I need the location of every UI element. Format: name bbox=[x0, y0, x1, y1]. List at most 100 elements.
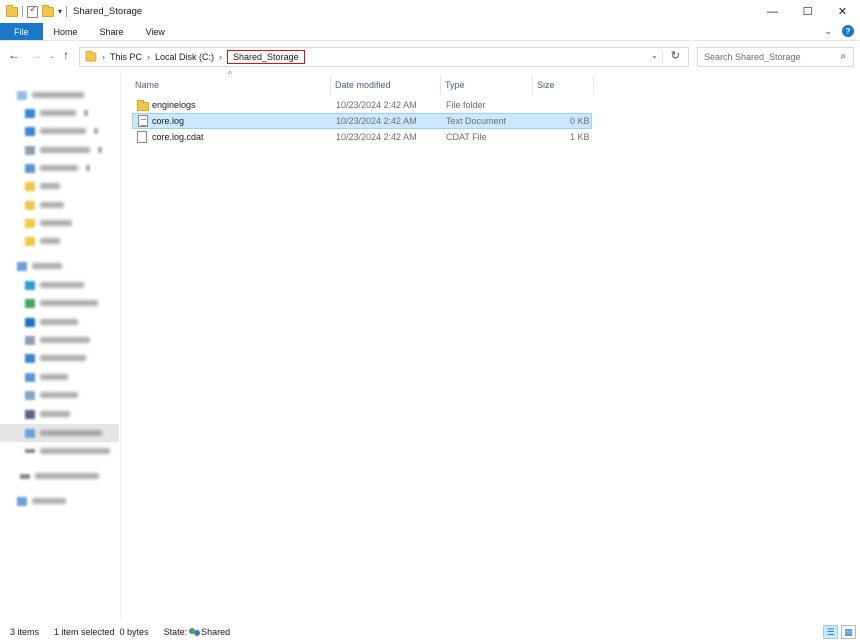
status-bar: 3 items 1 item selected 0 bytes State: S… bbox=[0, 622, 860, 642]
folder-icon bbox=[25, 200, 35, 210]
nav-item[interactable] bbox=[25, 296, 98, 310]
window-title: Shared_Storage bbox=[73, 6, 143, 17]
chevron-right-icon[interactable]: › bbox=[102, 52, 105, 62]
back-arrow-icon[interactable]: ← bbox=[8, 48, 20, 62]
file-type: CDAT File bbox=[446, 132, 487, 142]
network-drive-icon bbox=[25, 298, 35, 308]
nav-item[interactable] bbox=[25, 351, 86, 365]
up-arrow-icon[interactable]: ↑ bbox=[63, 48, 69, 62]
pictures-icon bbox=[25, 163, 35, 173]
file-type: Text Document bbox=[446, 116, 507, 126]
folder-icon bbox=[25, 218, 35, 228]
documents-icon bbox=[25, 145, 35, 155]
tab-share[interactable]: Share bbox=[89, 23, 135, 40]
this-pc-icon bbox=[17, 261, 27, 271]
maximize-button[interactable]: ☐ bbox=[790, 0, 825, 23]
divider bbox=[66, 6, 68, 17]
file-date: 10/23/2024 2:42 AM bbox=[336, 100, 417, 110]
file-type: File folder bbox=[446, 100, 486, 110]
nav-item[interactable] bbox=[25, 388, 78, 402]
quick-access-icon bbox=[17, 90, 27, 100]
table-row[interactable]: core.log.cdat 10/23/2024 2:42 AM CDAT Fi… bbox=[132, 129, 592, 145]
tab-file[interactable]: File bbox=[0, 23, 43, 40]
help-icon[interactable]: ? bbox=[842, 25, 854, 37]
videos-icon bbox=[25, 409, 35, 419]
desktop-icon bbox=[25, 108, 35, 118]
recent-locations-icon[interactable]: ⌄ bbox=[49, 52, 55, 60]
folder-icon bbox=[6, 4, 18, 17]
search-box[interactable]: ⌕ bbox=[697, 47, 854, 67]
column-header-size[interactable]: Size bbox=[533, 75, 594, 95]
file-size: 0 KB bbox=[570, 116, 590, 126]
large-icons-view-icon[interactable]: ▦ bbox=[841, 625, 856, 639]
properties-icon[interactable] bbox=[27, 4, 38, 18]
local-disk-icon bbox=[25, 428, 35, 438]
selection-count: 1 item selected bbox=[54, 627, 115, 637]
column-header-type[interactable]: Type bbox=[441, 75, 533, 95]
quick-access-toolbar: ▾ bbox=[0, 0, 68, 23]
state-label: State: bbox=[163, 627, 188, 637]
minimize-button[interactable]: — bbox=[755, 0, 790, 23]
close-button[interactable]: ✕ bbox=[825, 0, 860, 23]
nav-item[interactable] bbox=[17, 494, 66, 508]
breadcrumb-this-pc[interactable]: This PC bbox=[110, 52, 142, 62]
details-view-icon[interactable]: ☰ bbox=[823, 625, 838, 639]
ribbon-tabs: File Home Share View ⌄ ? bbox=[0, 23, 860, 41]
nav-item[interactable] bbox=[25, 426, 102, 440]
file-date: 10/23/2024 2:42 AM bbox=[336, 132, 417, 142]
nav-item[interactable] bbox=[25, 370, 68, 384]
file-size: 1 KB bbox=[570, 132, 590, 142]
folder-icon bbox=[25, 181, 35, 191]
chevron-right-icon[interactable]: › bbox=[147, 52, 150, 62]
nav-item[interactable] bbox=[25, 198, 64, 212]
file-name[interactable]: enginelogs bbox=[152, 97, 196, 113]
nav-item[interactable] bbox=[25, 161, 90, 175]
file-date: 10/23/2024 2:42 AM bbox=[336, 116, 417, 126]
table-row[interactable]: enginelogs 10/23/2024 2:42 AM File folde… bbox=[132, 97, 592, 113]
nav-item[interactable] bbox=[20, 469, 99, 483]
file-name[interactable]: core.log bbox=[152, 113, 184, 129]
downloads-icon bbox=[25, 126, 35, 136]
nav-item[interactable] bbox=[17, 88, 84, 102]
breadcrumb-local-disk[interactable]: Local Disk (C:) bbox=[155, 52, 214, 62]
divider bbox=[22, 6, 23, 17]
chevron-down-icon[interactable]: ⌄ bbox=[651, 51, 658, 60]
nav-item[interactable] bbox=[17, 259, 62, 273]
navigation-pane bbox=[0, 72, 121, 620]
nav-item[interactable] bbox=[25, 234, 60, 248]
nav-item[interactable] bbox=[25, 106, 88, 120]
file-icon bbox=[137, 129, 147, 145]
tab-view[interactable]: View bbox=[135, 23, 176, 40]
column-header-date[interactable]: Date modified bbox=[331, 75, 441, 95]
folder-icon bbox=[85, 50, 97, 62]
forward-arrow-icon[interactable]: → bbox=[30, 48, 42, 62]
address-bar[interactable]: › This PC › Local Disk (C:) › Shared_Sto… bbox=[79, 47, 689, 67]
state-value: Shared bbox=[201, 627, 231, 637]
nav-item[interactable] bbox=[25, 444, 110, 458]
refresh-icon[interactable]: ↻ bbox=[671, 49, 680, 62]
downloads-icon bbox=[25, 353, 35, 363]
chevron-right-icon[interactable]: › bbox=[219, 52, 222, 62]
folder-icon bbox=[137, 97, 149, 113]
search-icon[interactable]: ⌕ bbox=[840, 51, 846, 62]
nav-item[interactable] bbox=[25, 278, 84, 292]
breadcrumb-shared-storage[interactable]: Shared_Storage bbox=[227, 50, 305, 64]
customize-toolbar-icon[interactable]: ▾ bbox=[58, 7, 62, 16]
new-folder-icon[interactable] bbox=[42, 4, 54, 17]
nav-item[interactable] bbox=[25, 124, 98, 138]
nav-item[interactable] bbox=[25, 179, 60, 193]
selection-size: 0 bytes bbox=[119, 627, 149, 637]
nav-item[interactable] bbox=[25, 333, 90, 347]
desktop-icon bbox=[25, 317, 35, 327]
nav-item[interactable] bbox=[25, 143, 102, 157]
tab-home[interactable]: Home bbox=[43, 23, 89, 40]
nav-item[interactable] bbox=[25, 216, 72, 230]
table-row-selected[interactable]: core.log 10/23/2024 2:42 AM Text Documen… bbox=[132, 113, 592, 129]
nav-item[interactable] bbox=[25, 407, 70, 421]
expand-ribbon-icon[interactable]: ⌄ bbox=[824, 26, 832, 37]
nav-item[interactable] bbox=[25, 315, 78, 329]
column-header-name[interactable]: Name bbox=[131, 75, 331, 95]
file-list: ^ Name Date modified Type Size enginelog… bbox=[122, 70, 860, 620]
search-input[interactable] bbox=[704, 52, 824, 62]
file-name[interactable]: core.log.cdat bbox=[152, 129, 204, 145]
